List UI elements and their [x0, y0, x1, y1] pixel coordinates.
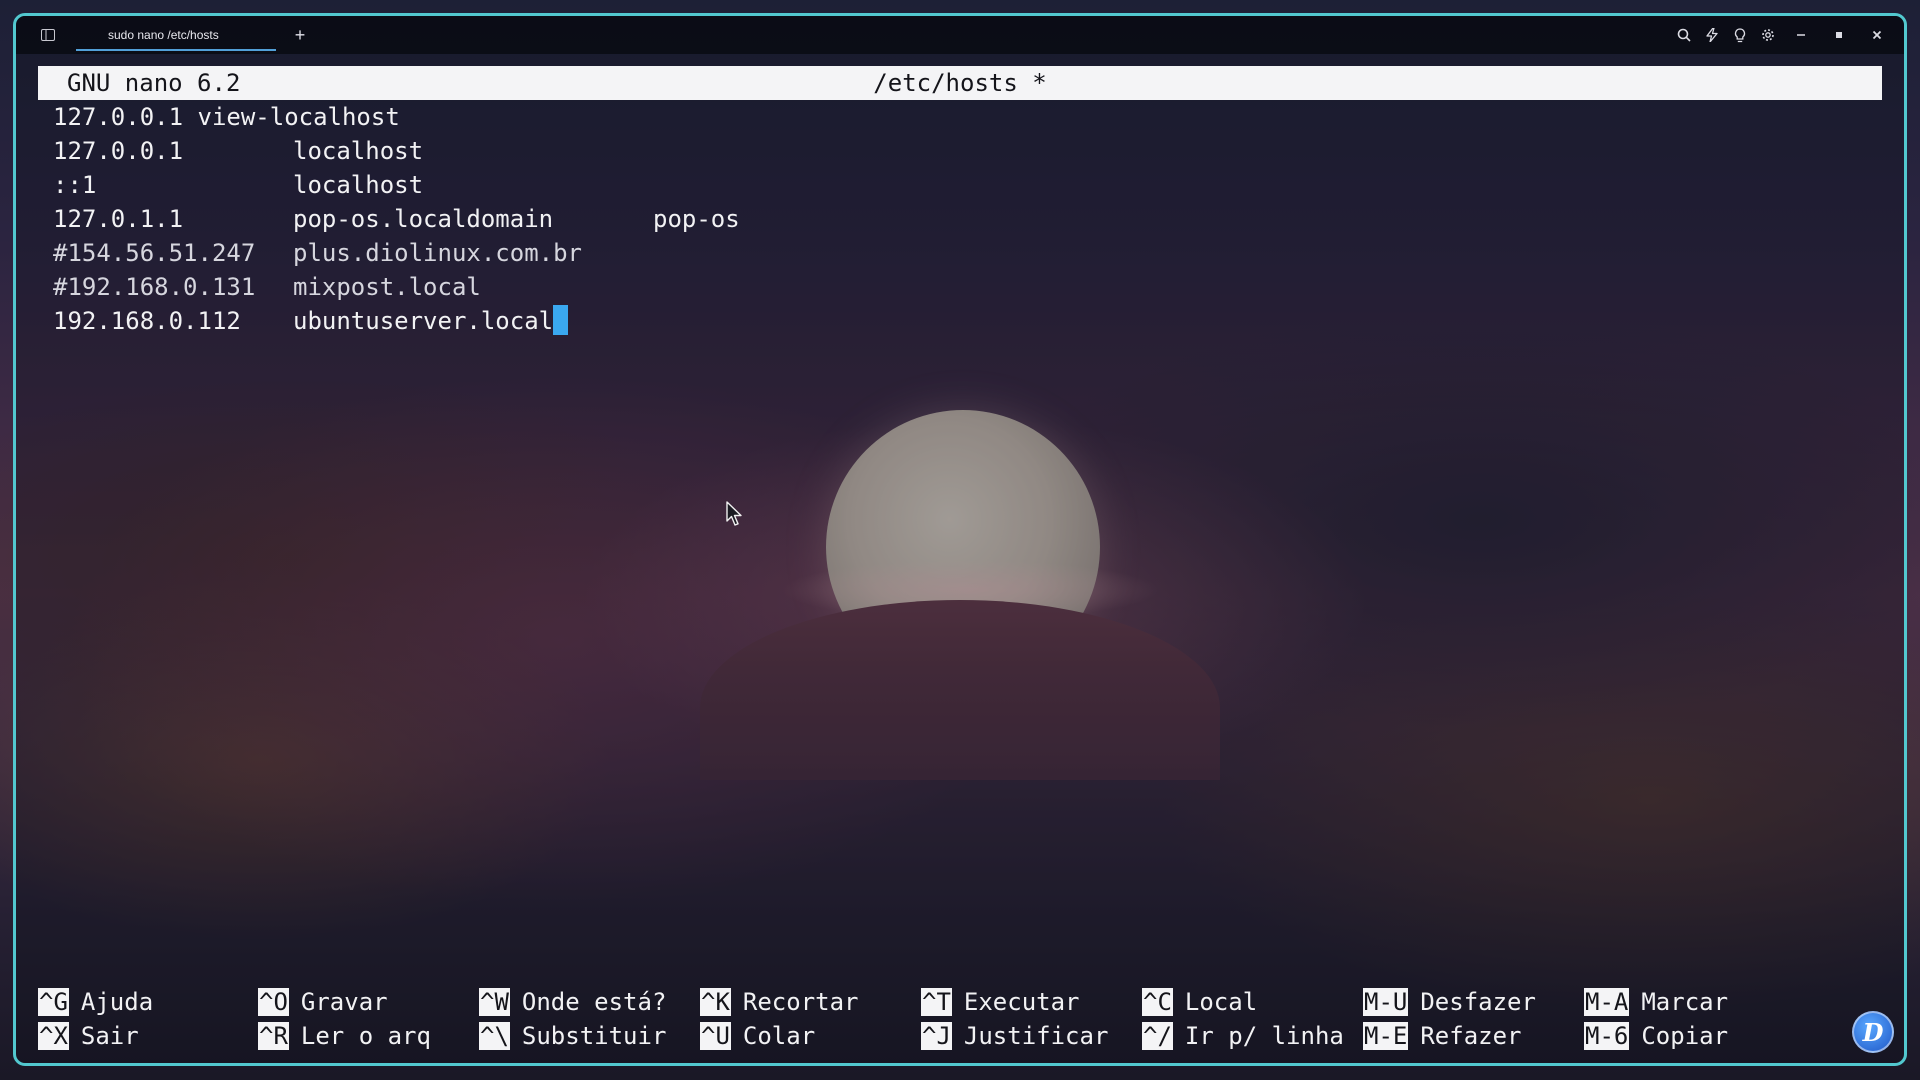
- shortcut-key: ^X: [38, 1022, 69, 1050]
- shortcut-item[interactable]: ^G Ajuda: [38, 985, 153, 1019]
- shortcut-label: Ir p/ linha: [1184, 1022, 1344, 1050]
- line-ip: #154.56.51.247: [53, 239, 256, 267]
- shortcut-key: M-A: [1584, 988, 1630, 1016]
- shortcut-label: Copiar: [1641, 1022, 1729, 1050]
- shortcut-key: ^\: [479, 1022, 510, 1050]
- line-hostname-text: mixpost.local: [293, 273, 481, 301]
- nano-shortcut-bar: ^G Ajuda ^O Gravar ^W Onde está? ^K Recortar ^T E…: [38, 985, 1882, 1053]
- shortcut-key: M-E: [1363, 1022, 1409, 1050]
- lightbulb-icon[interactable]: [1726, 16, 1754, 54]
- text-line[interactable]: 192.168.0.112 ubuntuserver.local: [38, 304, 1882, 338]
- shortcut-item[interactable]: ^K Recortar: [700, 985, 859, 1019]
- line-ip: 192.168.0.112: [53, 307, 241, 335]
- shortcut-label: Marcar: [1641, 988, 1729, 1016]
- text-line[interactable]: #192.168.0.131 mixpost.local: [38, 270, 1882, 304]
- minimize-icon[interactable]: [1782, 16, 1820, 54]
- line-hostname: localhost: [293, 168, 423, 202]
- line-ip: 127.0.1.1: [53, 205, 184, 233]
- shortcut-item[interactable]: M-A Marcar: [1584, 985, 1728, 1019]
- shortcut-label: Substituir: [521, 1022, 667, 1050]
- line-hostname: plus.diolinux.com.br: [293, 236, 582, 270]
- shortcut-item[interactable]: ^T Executar: [921, 985, 1080, 1019]
- shortcut-item[interactable]: ^\ Substituir: [479, 1019, 666, 1053]
- tab-active[interactable]: sudo nano /etc/hosts: [76, 16, 276, 54]
- shortcut-key: ^U: [700, 1022, 731, 1050]
- shortcut-item[interactable]: ^R Ler o arq: [258, 1019, 431, 1053]
- shortcut-key: ^C: [1142, 988, 1173, 1016]
- close-icon[interactable]: [1858, 16, 1896, 54]
- text-cursor: [553, 305, 569, 335]
- shortcut-label: Local: [1184, 988, 1258, 1016]
- shortcut-key: ^G: [38, 988, 69, 1016]
- line-hostname-text: localhost: [293, 171, 424, 199]
- line-alias: pop-os: [653, 205, 740, 233]
- nano-text-buffer[interactable]: 127.0.0.1 view-localhost 127.0.0.1 localho…: [38, 100, 1882, 338]
- gear-icon[interactable]: [1754, 16, 1782, 54]
- shortcut-key: ^/: [1142, 1022, 1173, 1050]
- shortcut-label: Ajuda: [80, 988, 154, 1016]
- shortcut-item[interactable]: ^W Onde está?: [479, 985, 666, 1019]
- line-ip: ::1: [53, 171, 97, 199]
- shortcut-key: ^W: [479, 988, 510, 1016]
- maximize-icon[interactable]: [1820, 16, 1858, 54]
- shortcut-label: Justificar: [963, 1022, 1109, 1050]
- shortcut-label: Onde está?: [521, 988, 667, 1016]
- shortcut-item[interactable]: ^C Local: [1142, 985, 1257, 1019]
- app-logo-badge: D: [1852, 1011, 1894, 1053]
- nano-filename: /etc/hosts *: [873, 69, 1047, 97]
- shortcut-label: Colar: [742, 1022, 816, 1050]
- shortcut-item[interactable]: ^O Gravar: [258, 985, 388, 1019]
- mouse-pointer-icon: [726, 501, 742, 526]
- shortcut-item[interactable]: ^X Sair: [38, 1019, 139, 1053]
- text-line[interactable]: ::1 localhost: [38, 168, 1882, 202]
- shortcut-item[interactable]: M-6 Copiar: [1584, 1019, 1728, 1053]
- text-line[interactable]: 127.0.1.1 pop-os.localdomain pop-os: [38, 202, 1882, 236]
- line-ip: #192.168.0.131: [53, 273, 256, 301]
- shortcut-label: Recortar: [742, 988, 859, 1016]
- line-ip: 127.0.0.1: [53, 137, 184, 165]
- line-hostname: localhost: [293, 134, 423, 168]
- terminal-window: sudo nano /etc/hosts + GNU nano 6.2 /etc…: [13, 13, 1907, 1066]
- nano-header-bar: GNU nano 6.2 /etc/hosts *: [38, 66, 1882, 100]
- shortcut-item[interactable]: M-U Desfazer: [1363, 985, 1536, 1019]
- shortcut-label: Executar: [963, 988, 1080, 1016]
- shortcut-item[interactable]: ^U Colar: [700, 1019, 815, 1053]
- text-line[interactable]: #154.56.51.247 plus.diolinux.com.br: [38, 236, 1882, 270]
- text-line[interactable]: 127.0.0.1 localhost: [38, 134, 1882, 168]
- sidebar-icon[interactable]: [30, 16, 66, 54]
- shortcut-label: Desfazer: [1420, 988, 1536, 1016]
- new-tab-button[interactable]: +: [288, 25, 312, 46]
- terminal-titlebar: sudo nano /etc/hosts +: [16, 16, 1904, 54]
- text-line[interactable]: 127.0.0.1 view-localhost: [38, 100, 1882, 134]
- shortcut-key: ^J: [921, 1022, 952, 1050]
- line-hostname-text: plus.diolinux.com.br: [293, 239, 582, 267]
- nano-editor[interactable]: GNU nano 6.2 /etc/hosts * 127.0.0.1 view…: [38, 66, 1882, 1063]
- search-icon[interactable]: [1670, 16, 1698, 54]
- line-hostname-text: ubuntuserver.local: [293, 307, 554, 335]
- shortcut-item[interactable]: ^J Justificar: [921, 1019, 1108, 1053]
- shortcut-key: ^T: [921, 988, 952, 1016]
- shortcut-key: M-6: [1584, 1022, 1630, 1050]
- tab-title: sudo nano /etc/hosts: [108, 28, 219, 42]
- line-hostname-text: pop-os.localdomain: [293, 205, 554, 233]
- shortcut-label: Refazer: [1420, 1022, 1522, 1050]
- shortcut-key: ^O: [258, 988, 289, 1016]
- line-hostname: pop-os.localdomain: [293, 202, 553, 236]
- shortcut-key: ^K: [700, 988, 731, 1016]
- line-ip: 127.0.0.1 view-localhost: [53, 103, 400, 131]
- shortcut-key: M-U: [1363, 988, 1409, 1016]
- line-hostname: mixpost.local: [293, 270, 481, 304]
- shortcut-label: Ler o arq: [300, 1022, 431, 1050]
- shortcut-key: ^R: [258, 1022, 289, 1050]
- shortcut-item[interactable]: ^/ Ir p/ linha: [1142, 1019, 1344, 1053]
- line-hostname: ubuntuserver.local: [293, 304, 569, 338]
- shortcut-label: Sair: [80, 1022, 139, 1050]
- bolt-icon[interactable]: [1698, 16, 1726, 54]
- line-hostname-text: localhost: [293, 137, 424, 165]
- shortcut-label: Gravar: [300, 988, 388, 1016]
- shortcut-item[interactable]: M-E Refazer: [1363, 1019, 1522, 1053]
